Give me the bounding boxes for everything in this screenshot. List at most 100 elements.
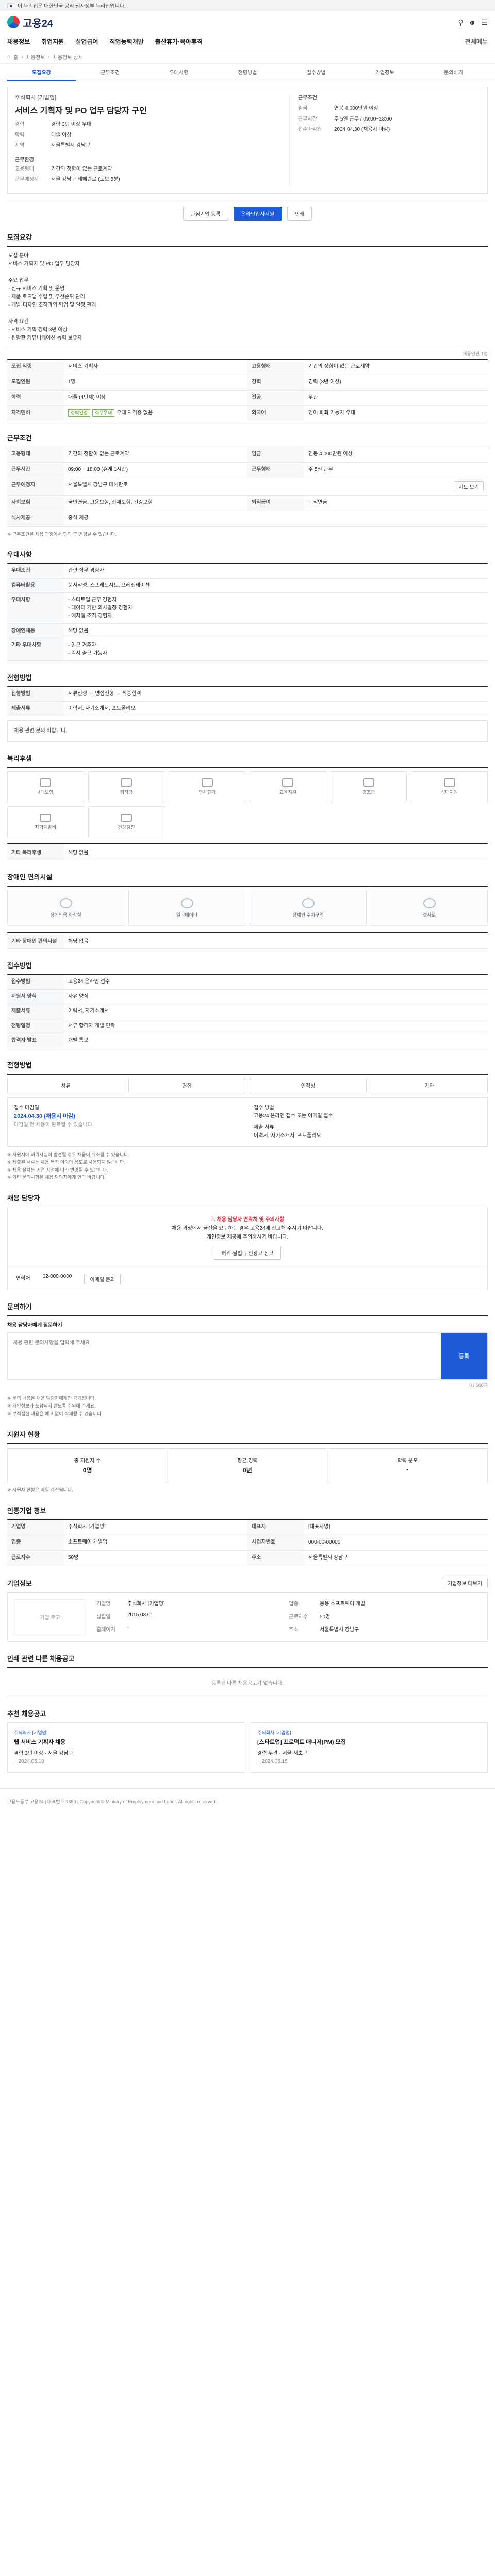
crumb-item[interactable]: 홈 — [13, 53, 18, 61]
menu-icon[interactable]: ☰ — [481, 18, 488, 27]
site-footer: 고용노동부 고용24 | 대표번호 1350 | Copyright © Min… — [0, 1788, 495, 1819]
work-note: ※ 근무조건은 채용 과정에서 협의 후 변경될 수 있습니다. — [7, 531, 117, 537]
pencil-icon — [40, 813, 52, 822]
table-key: 지원서 양식 — [7, 989, 64, 1005]
tab-qa[interactable]: 문의하기 — [419, 64, 488, 81]
company-more-button[interactable]: 기업정보 더보기 — [441, 1577, 488, 1588]
stat-item: 학력 분포 - — [397, 1458, 418, 1473]
recommend-card[interactable]: 주식회사 [기업명] 웹 서비스 기획자 채용 경력 3년 이상 · 서울 강남… — [7, 1722, 244, 1773]
table-value: - 스타트업 근무 경험자 - 데이터 기반 의사결정 경험자 - 애자일 조직… — [64, 593, 488, 624]
gov-banner: 이 누리집은 대한민국 공식 전자정부 누리집입니다. — [0, 0, 495, 11]
ramp-icon — [423, 897, 436, 908]
table-key: 고용형태 — [248, 359, 304, 375]
disabled-grid: 장애인용 화장실 엘리베이터 장애인 주차구역 경사로 — [7, 890, 488, 926]
tab-pref[interactable]: 우대사항 — [144, 64, 213, 81]
facility-card: 장애인 주차구역 — [250, 890, 367, 926]
stat-item: 평균 경력 0년 — [168, 1448, 328, 1482]
apply-method-label: 접수 방법 — [254, 1105, 274, 1111]
table-key: 제출서류 — [7, 1004, 64, 1019]
section-title-screen: 전형방법 — [7, 674, 32, 682]
section-title-other: 인쇄 관련 다른 채용공고 — [7, 1654, 75, 1663]
company-name[interactable]: 주식회사 [기업명] — [15, 93, 281, 101]
welfare-card: 자기계발비 — [7, 806, 84, 838]
home-icon[interactable]: ⌂ — [7, 54, 10, 60]
table-key: 자격면허 — [7, 405, 64, 421]
table-key: 모집 직종 — [7, 359, 64, 375]
kv-value: 주 5일 근무 / 09:00~18:00 — [334, 116, 392, 122]
parking-icon — [302, 897, 315, 908]
tab-screen[interactable]: 전형방법 — [213, 64, 282, 81]
qa-input[interactable] — [8, 1333, 441, 1380]
job-summary: 주식회사 [기업명] 서비스 기획자 및 PO 업무 담당자 구인 경력 경력 3… — [7, 87, 488, 194]
pref-table: 우대조건 관련 직무 경험자 컴퓨터활용 문서작성, 스프레드시트, 프레젠테이션 … — [7, 563, 488, 662]
gnb-item-training[interactable]: 직업능력개발 — [110, 37, 144, 46]
kv-value: 서울특별시 강남구 — [51, 143, 91, 148]
tab-company[interactable]: 기업정보 — [351, 64, 419, 81]
method-step: 기타 — [371, 1077, 488, 1093]
table-key: 퇴직급여 — [248, 495, 304, 511]
table-value: 이력서, 자기소개서, 포트폴리오 — [64, 702, 488, 717]
qa-counter: 0 / 500자 — [469, 1383, 488, 1388]
divider — [7, 1315, 488, 1317]
search-icon[interactable]: ⚲ — [458, 18, 463, 27]
contact-phone: 02-000-0000 — [42, 1274, 72, 1280]
gnb-item-jobs[interactable]: 채용정보 — [7, 37, 30, 46]
user-icon[interactable]: ☻ — [469, 18, 476, 27]
tab-apply[interactable]: 접수방법 — [282, 64, 351, 81]
table-key: 주소 — [248, 1550, 304, 1566]
apply-button[interactable]: 온라인입사지원 — [233, 206, 282, 221]
recruit-note: 채용인원 1명 — [463, 351, 488, 357]
crumb-item[interactable]: 채용정보 — [26, 53, 45, 61]
table-key: 합격자 발표 — [7, 1033, 64, 1048]
scrap-button[interactable]: 관심기업 등록 — [183, 206, 228, 221]
table-value: 관련 직무 경험자 — [64, 564, 488, 579]
site-header: 고용24 ⚲ ☻ ☰ — [0, 11, 495, 33]
table-key: 기업명 — [7, 1519, 64, 1535]
table-value: 기간의 정함이 없는 근로계약 — [64, 447, 248, 463]
kv-key: 근무시간 — [298, 116, 317, 122]
kv-key: 경력 — [15, 122, 25, 127]
table-value: 이력서, 자기소개서 — [64, 1004, 488, 1019]
divider — [7, 886, 488, 887]
calendar-icon — [201, 778, 213, 787]
map-button[interactable]: 지도 보기 — [454, 481, 484, 492]
table-value: 퇴직연금 — [304, 496, 488, 511]
qa-label: 채용 담당자에게 질문하기 — [7, 1323, 62, 1329]
table-key: 우대조건 — [7, 564, 64, 579]
contact-row: 연락처 02-000-0000 이메일 문의 — [7, 1268, 488, 1291]
screen-table: 전형방법 서류전형 → 면접전형 → 최종합격 제출서류 이력서, 자기소개서, 포… — [7, 686, 488, 717]
table-key: 대표자 — [248, 1519, 304, 1535]
warning-text: 채용 과정에서 금전을 요구하는 경우 고용24에 신고해 주시기 바랍니다. … — [172, 1226, 323, 1241]
report-button[interactable]: 허위·불법 구인광고 신고 — [213, 1246, 282, 1260]
gnb-item-support[interactable]: 취업지원 — [41, 37, 64, 46]
gnb-item-leave[interactable]: 출산휴가·육아휴직 — [155, 37, 203, 46]
email-button[interactable]: 이메일 문의 — [84, 1274, 121, 1285]
table-key: 업종 — [7, 1535, 64, 1551]
breadcrumb: ⌂ 홈 › 채용정보 › 채용정보 상세 — [0, 50, 495, 64]
section-title-rec: 추천 채용공고 — [7, 1709, 46, 1718]
table-value: 주식회사 [기업명] — [64, 1520, 248, 1535]
site-logo[interactable]: 고용24 — [7, 15, 53, 30]
gnb-item-all[interactable]: 전체메뉴 — [465, 37, 488, 46]
table-key: 외국어 — [248, 405, 304, 421]
screen-reference: 채용 관련 문의 바랍니다. — [7, 720, 488, 742]
qa-submit-button[interactable]: 등록 — [441, 1333, 487, 1380]
recommend-card[interactable]: 주식회사 [기업명] [스타트업] 프로덕트 매니저(PM) 모집 경력 무관 … — [251, 1722, 488, 1773]
table-value: 고용24 온라인 접수 — [64, 975, 488, 990]
table-value: 경력 (3년 이상) — [304, 375, 488, 391]
table-key: 전형일정 — [7, 1019, 64, 1034]
recruiter-table: 기업명 주식회사 [기업명] 대표자 [대표자명] 업종 소프트웨어 개발업 사업자번… — [7, 1519, 488, 1566]
table-value: 영어 회화 가능자 우대 — [304, 406, 488, 421]
table-value: 소프트웨어 개발업 — [64, 1535, 248, 1551]
gnb-item-benefit[interactable]: 실업급여 — [75, 37, 98, 46]
stat-item: 총 지원자 수 0명 — [8, 1448, 168, 1482]
section-title-work: 근무조건 — [7, 434, 32, 442]
kv-value: 서울 강남구 테헤란로 (도보 5분) — [51, 177, 120, 182]
print-button[interactable]: 인쇄 — [287, 206, 312, 221]
tab-work[interactable]: 근무조건 — [76, 64, 144, 81]
tab-recruit[interactable]: 모집요강 — [7, 64, 76, 81]
welfare-card: 식대지원 — [411, 771, 488, 803]
warning-box: ⚠ 채용 담당자 연락처 및 주의사항 채용 과정에서 금전을 요구하는 경우 … — [7, 1207, 488, 1269]
table-key: 모집인원 — [7, 375, 64, 391]
chip-badge: 경력인정 — [68, 409, 91, 417]
